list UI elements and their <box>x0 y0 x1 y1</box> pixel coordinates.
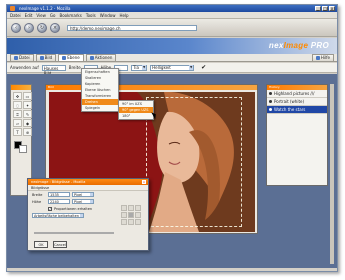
window-title: nexImage v1.1.2 - Mozilla <box>19 6 71 11</box>
menu-edit[interactable]: Edit <box>25 12 33 18</box>
back-button[interactable]: ‹ <box>11 22 21 33</box>
selection-marquee[interactable] <box>146 97 242 227</box>
url-input[interactable]: http://demo.neximage.ch <box>67 24 197 31</box>
dialog-close-icon[interactable]: × <box>142 180 146 184</box>
dialog-slider[interactable] <box>34 232 114 234</box>
apply-check-icon[interactable]: ✔ <box>201 64 206 71</box>
color-swatches[interactable] <box>14 141 29 153</box>
anchor-grid[interactable] <box>121 205 141 225</box>
address-bar: http://demo.neximage.ch <box>67 24 197 31</box>
navigation-toolbar: ‹ › ↻ × http://demo.neximage.ch <box>7 19 337 37</box>
image-icon <box>39 56 44 60</box>
menu-datei[interactable]: Datei <box>10 12 21 18</box>
image-window-title[interactable]: Bild <box>46 85 257 90</box>
tab-aktionen[interactable]: Aktionen <box>85 54 117 61</box>
width-unit-select[interactable]: Pixel <box>72 192 94 197</box>
menu-bar: Datei Edit View Go Bookmarks Tools Windo… <box>7 12 337 19</box>
bullet-icon <box>269 108 272 111</box>
lasso-tool-icon[interactable]: ◌ <box>13 101 22 109</box>
vertical-scrollbar[interactable] <box>330 84 334 264</box>
brush-tool-icon[interactable]: ✎ <box>23 110 32 118</box>
tab-datei[interactable]: Datei <box>10 54 34 61</box>
image-size-dialog: nexImage : Bildgrösse - Mozilla × Bildgr… <box>27 178 149 251</box>
reload-button[interactable]: ↻ <box>37 22 47 33</box>
height-label: Höhe <box>32 199 42 204</box>
minimize-button[interactable]: _ <box>315 6 321 11</box>
dialog-title-bar[interactable]: nexImage : Bildgrösse - Mozilla × <box>28 179 148 185</box>
apply-label: Anwenden auf <box>10 65 39 70</box>
window-controls: _ □ x <box>315 6 335 11</box>
main-tabs: Datei Bild Ebene Aktionen Hilfe <box>7 54 337 62</box>
menu-view[interactable]: View <box>36 12 46 18</box>
bullet-icon <box>269 92 272 95</box>
zoom-tool-icon[interactable]: ⊕ <box>23 128 32 136</box>
height-input[interactable]: 2240 <box>48 199 70 204</box>
brand-banner: nexImage PRO <box>7 38 337 54</box>
mode-select[interactable]: Helligkeit ▼ <box>150 64 195 71</box>
options-bar: Anwenden auf Hauses Bild Breite Höhe Tia… <box>7 63 337 76</box>
keep-ratio-checkbox[interactable]: ✓ <box>48 206 52 211</box>
tab-ebene[interactable]: Ebene <box>58 54 84 61</box>
browser-window: nexImage v1.1.2 - Mozilla _ □ x Datei Ed… <box>6 4 338 272</box>
chevron-down-icon <box>90 200 93 203</box>
layer-icon <box>62 56 67 60</box>
text-tool-icon[interactable]: T <box>13 128 22 136</box>
height-row: Höhe 2240 Pixel <box>28 198 148 205</box>
width-label: Breite <box>32 192 43 197</box>
bullet-icon <box>269 100 272 103</box>
fill-tool-icon[interactable]: ◆ <box>23 119 32 127</box>
history-item[interactable]: Highland pictures /// <box>267 90 327 98</box>
breite-label: Breite <box>68 65 81 70</box>
resample-select[interactable]: Arbeitsfläche beibehalten <box>32 213 84 218</box>
move-tool-icon[interactable]: ✥ <box>13 92 22 100</box>
help-icon <box>315 56 320 60</box>
height-unit-select[interactable]: Pixel <box>72 199 94 204</box>
history-item[interactable]: Portrait (white) <box>267 98 327 106</box>
size-select[interactable]: Tia ▼ <box>131 64 148 71</box>
history-panel: History Highland pictures /// Portrait (… <box>266 84 328 186</box>
context-menu: Eigenschaften Skalieren Kopieren Ebene l… <box>81 68 119 112</box>
menu-go[interactable]: Go <box>50 12 56 18</box>
maximize-button[interactable]: □ <box>322 6 328 11</box>
submenu-item-180[interactable]: 180° <box>119 113 153 119</box>
brand-logo: nexImage PRO <box>268 41 329 50</box>
file-icon <box>14 56 18 60</box>
apply-input[interactable]: Hauses Bild <box>41 64 66 76</box>
menu-bookmarks[interactable]: Bookmarks <box>59 12 81 18</box>
ok-button[interactable]: OK <box>34 241 48 248</box>
menu-help[interactable]: Help <box>119 12 128 18</box>
history-item-selected[interactable]: Watch the stars <box>267 106 327 114</box>
forward-button[interactable]: › <box>24 22 34 33</box>
chevron-down-icon <box>90 193 93 196</box>
close-button[interactable]: x <box>329 6 335 11</box>
width-row: Breite 1535 Pixel <box>28 191 148 198</box>
cancel-button[interactable]: Cancel <box>53 241 67 248</box>
dialog-buttons: OK Cancel <box>34 241 67 248</box>
app-icon <box>10 6 15 11</box>
select-tool-icon[interactable]: ▭ <box>23 92 32 100</box>
keep-ratio-label: Proportionen erhalten <box>54 206 93 211</box>
stop-button[interactable]: × <box>50 22 60 33</box>
title-bar: nexImage v1.1.2 - Mozilla _ □ x <box>7 5 337 12</box>
crop-tool-icon[interactable]: ⌗ <box>13 110 22 118</box>
wand-tool-icon[interactable]: ✦ <box>23 101 32 109</box>
actions-icon <box>89 56 94 60</box>
chevron-down-icon: ▼ <box>189 65 194 70</box>
width-input[interactable]: 1535 <box>48 192 70 197</box>
chevron-down-icon: ▼ <box>142 65 147 70</box>
tab-bild[interactable]: Bild <box>35 54 57 61</box>
menu-item-spiegeln[interactable]: Spiegeln <box>82 105 118 111</box>
chevron-down-icon <box>80 214 83 217</box>
menu-window[interactable]: Window <box>100 12 116 18</box>
background-color[interactable] <box>19 145 27 153</box>
tab-hilfe[interactable]: Hilfe <box>311 54 334 61</box>
rotate-submenu: 90° im UZS 90° gegen UZS 180° <box>118 100 154 120</box>
menu-tools[interactable]: Tools <box>86 12 96 18</box>
eraser-tool-icon[interactable]: ▱ <box>13 119 22 127</box>
